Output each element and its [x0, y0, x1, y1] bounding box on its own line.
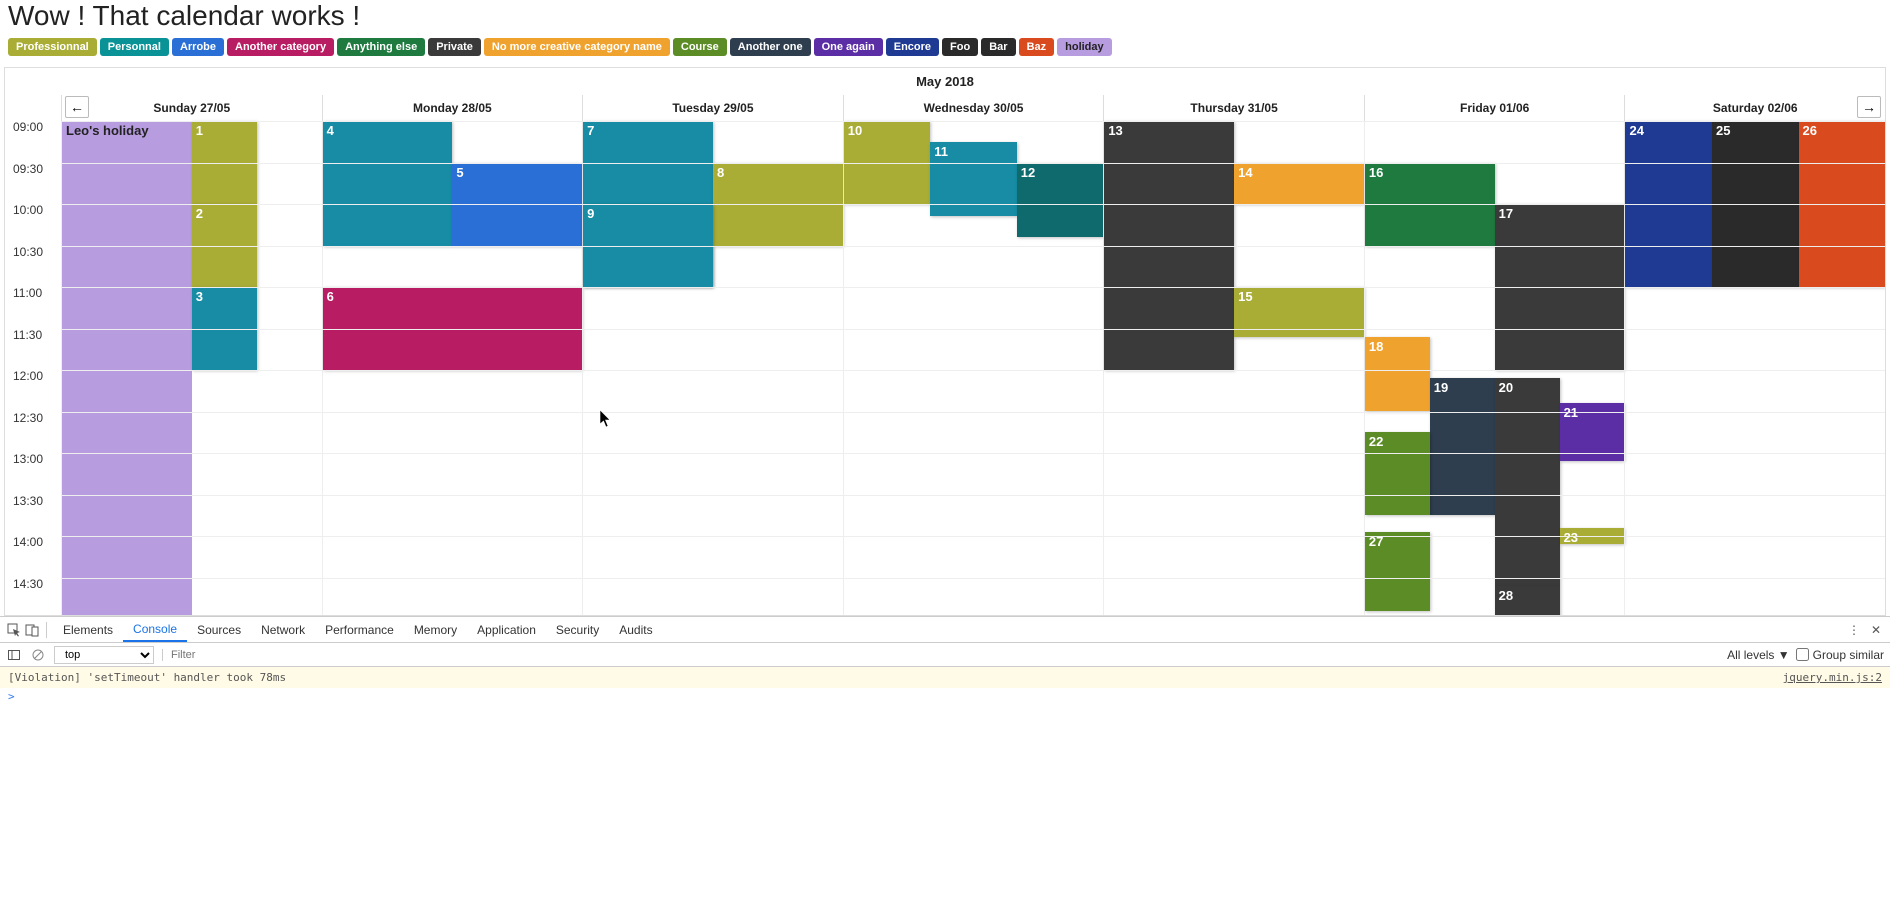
time-label: 09:00 — [5, 121, 61, 163]
calendar-month-label: May 2018 — [5, 68, 1885, 95]
day-column[interactable]: 242526 — [1624, 121, 1885, 615]
group-similar-label: Group similar — [1813, 648, 1884, 662]
day-column[interactable]: 16171819202122232728 — [1364, 121, 1625, 615]
category-badge[interactable]: Baz — [1019, 38, 1055, 56]
event[interactable]: 11 — [930, 142, 1017, 217]
sidebar-toggle-icon[interactable] — [6, 647, 22, 663]
console-filter-input[interactable] — [162, 649, 442, 661]
console-prompt[interactable]: > — [0, 688, 1890, 705]
category-badge[interactable]: No more creative category name — [484, 38, 670, 56]
category-badge[interactable]: Anything else — [337, 38, 425, 56]
event[interactable]: 20 — [1495, 378, 1560, 586]
category-badge[interactable]: Course — [673, 38, 727, 56]
category-legend: ProfessionnalPersonnalArrobeAnother cate… — [0, 38, 1890, 67]
day-header: Friday 01/06 — [1364, 95, 1625, 121]
devtools-panel: ElementsConsoleSourcesNetworkPerformance… — [0, 616, 1890, 705]
devtools-tab[interactable]: Application — [467, 617, 546, 642]
devtools-tab[interactable]: Network — [251, 617, 315, 642]
devtools-close-icon[interactable]: ✕ — [1868, 622, 1884, 638]
devtools-tab[interactable]: Console — [123, 617, 187, 642]
clear-console-icon[interactable] — [30, 647, 46, 663]
context-select[interactable]: top — [54, 646, 154, 664]
day-header: Saturday 02/06 — [1624, 95, 1885, 121]
event[interactable]: 22 — [1365, 432, 1430, 515]
day-column[interactable]: 456 — [322, 121, 583, 615]
day-header: Wednesday 30/05 — [843, 95, 1104, 121]
time-label: 13:30 — [5, 495, 61, 537]
day-header: Sunday 27/05 — [61, 95, 322, 121]
calendar: May 2018 ← → Sunday 27/05Monday 28/05Tue… — [4, 67, 1886, 616]
day-column[interactable]: 789 — [582, 121, 843, 615]
event[interactable]: 18 — [1365, 337, 1430, 412]
prev-week-button[interactable]: ← — [65, 96, 89, 118]
category-badge[interactable]: Professionnal — [8, 38, 97, 56]
day-header: Tuesday 29/05 — [582, 95, 843, 121]
devtools-tab[interactable]: Memory — [404, 617, 467, 642]
category-badge[interactable]: Arrobe — [172, 38, 224, 56]
time-label: 10:30 — [5, 246, 61, 288]
time-label: 11:30 — [5, 329, 61, 371]
devtools-tab[interactable]: Security — [546, 617, 609, 642]
console-message: [Violation] 'setTimeout' handler took 78… — [8, 671, 286, 684]
device-toolbar-icon[interactable] — [24, 622, 40, 638]
category-badge[interactable]: Encore — [886, 38, 939, 56]
event[interactable]: 14 — [1234, 163, 1364, 205]
devtools-tab[interactable]: Elements — [53, 617, 123, 642]
devtools-tab[interactable]: Audits — [609, 617, 662, 642]
time-label: 12:00 — [5, 370, 61, 412]
day-column[interactable]: 131415 — [1103, 121, 1364, 615]
day-column[interactable]: Leo's holiday123 — [61, 121, 322, 615]
time-label: 14:30 — [5, 578, 61, 616]
day-header: Monday 28/05 — [322, 95, 583, 121]
time-label: 10:00 — [5, 204, 61, 246]
time-label: 14:00 — [5, 536, 61, 578]
day-header: Thursday 31/05 — [1103, 95, 1364, 121]
console-source-link[interactable]: jquery.min.js:2 — [1783, 671, 1882, 684]
event-holiday[interactable]: Leo's holiday — [62, 121, 192, 615]
category-badge[interactable]: Foo — [942, 38, 978, 56]
category-badge[interactable]: Personnal — [100, 38, 169, 56]
devtools-tab[interactable]: Performance — [315, 617, 404, 642]
time-label: 12:30 — [5, 412, 61, 454]
day-column[interactable]: 101112 — [843, 121, 1104, 615]
category-badge[interactable]: Another one — [730, 38, 811, 56]
event[interactable]: 27 — [1365, 532, 1430, 611]
inspect-element-icon[interactable] — [6, 622, 22, 638]
event[interactable]: 4 — [323, 121, 453, 246]
group-similar-checkbox[interactable] — [1796, 648, 1809, 661]
category-badge[interactable]: One again — [814, 38, 883, 56]
devtools-settings-icon[interactable]: ⋮ — [1846, 622, 1862, 638]
time-label: 09:30 — [5, 163, 61, 205]
event[interactable]: 28 — [1495, 586, 1560, 615]
log-levels-dropdown[interactable]: All levels ▼ — [1727, 648, 1790, 662]
page-title: Wow ! That calendar works ! — [0, 0, 1890, 38]
category-badge[interactable]: holiday — [1057, 38, 1112, 56]
category-badge[interactable]: Another category — [227, 38, 334, 56]
category-badge[interactable]: Private — [428, 38, 481, 56]
time-label: 11:00 — [5, 287, 61, 329]
event[interactable]: 12 — [1017, 163, 1104, 238]
category-badge[interactable]: Bar — [981, 38, 1015, 56]
next-week-button[interactable]: → — [1857, 96, 1881, 118]
devtools-tab[interactable]: Sources — [187, 617, 251, 642]
time-label: 13:00 — [5, 453, 61, 495]
